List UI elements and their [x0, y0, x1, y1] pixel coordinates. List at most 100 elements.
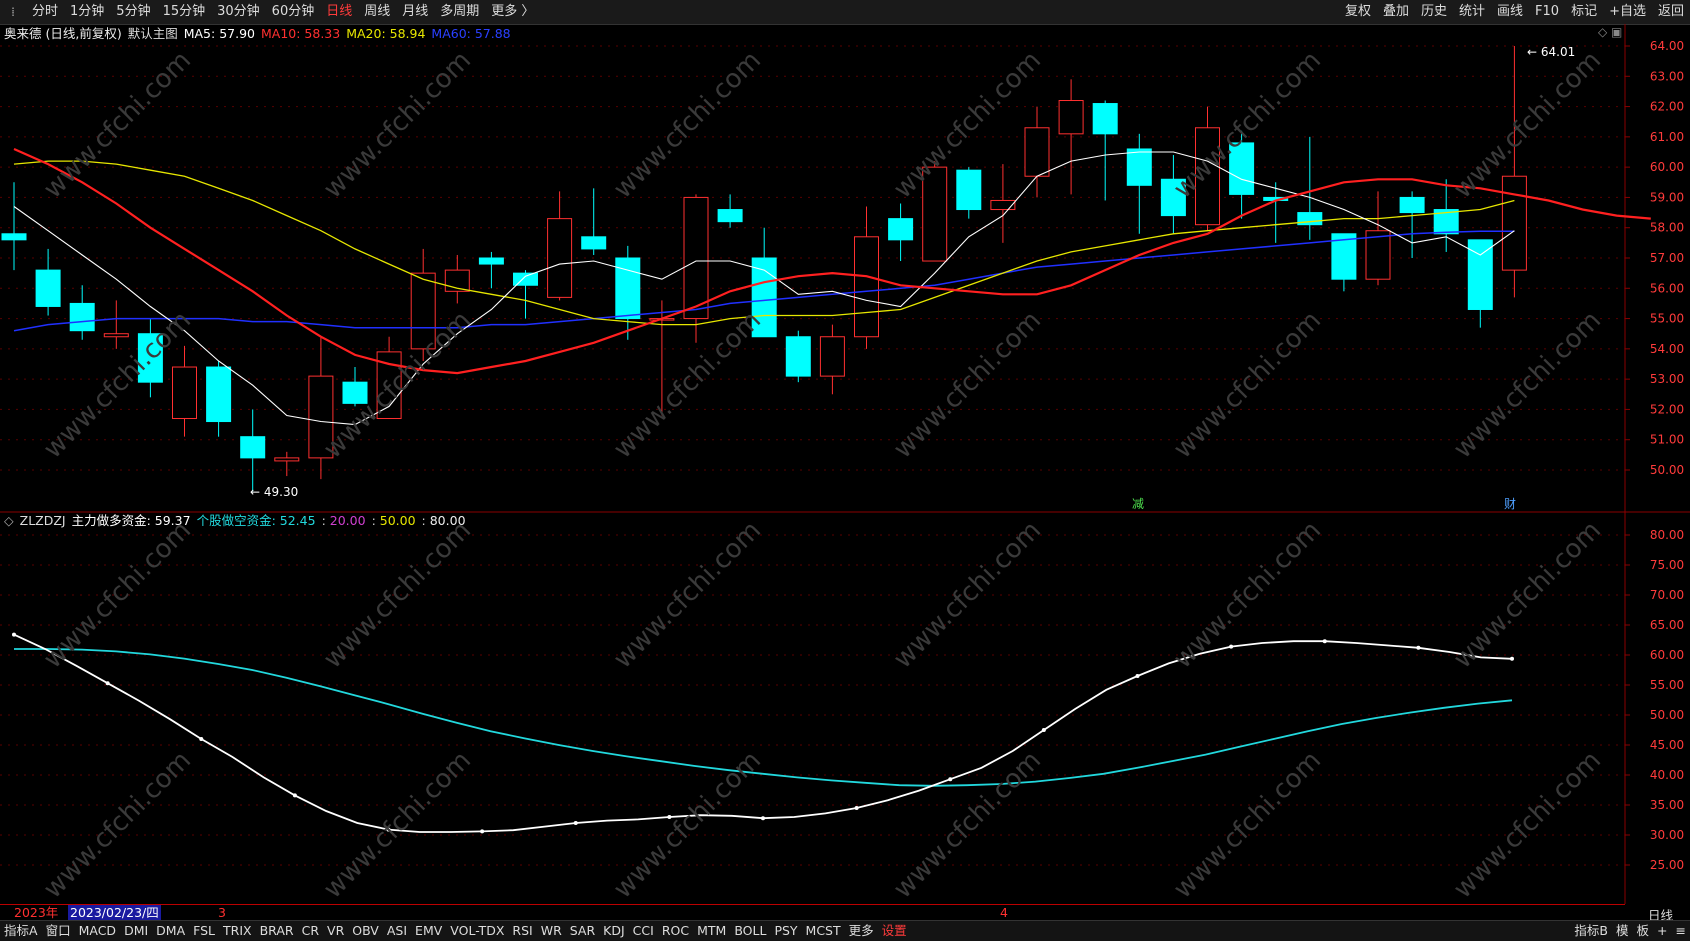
- price-tick-label: 51.00: [1650, 433, 1684, 447]
- candle-body-up: [854, 236, 879, 338]
- indicator-tab-22[interactable]: PSY: [770, 921, 801, 941]
- indicator-tab-3[interactable]: DMI: [120, 921, 152, 941]
- month-3-label: 3: [218, 905, 226, 920]
- year-label: 2023年: [14, 905, 59, 920]
- indicator-tab-12[interactable]: EMV: [411, 921, 446, 941]
- long-funds-dot: [199, 737, 204, 741]
- indicator-tab-6[interactable]: TRIX: [219, 921, 256, 941]
- kline-chart[interactable]: 64.00 63.00 62.00 61.00 60.00 59.00 58.00 57.00…: [0, 0, 1690, 940]
- price-tick-label: 52.00: [1650, 402, 1684, 416]
- candle-body-down: [1, 233, 27, 241]
- sub-tick-label: 55.00: [1650, 678, 1684, 692]
- price-tick-label: 55.00: [1650, 312, 1684, 326]
- price-tick-label: 57.00: [1650, 251, 1684, 265]
- indicator-tab-19[interactable]: ROC: [658, 921, 693, 941]
- candle-body-down: [1399, 196, 1425, 214]
- candle-body-down: [1126, 148, 1152, 186]
- indicator-tab-1[interactable]: 窗口: [42, 921, 75, 941]
- indicator-tab-9[interactable]: VR: [323, 921, 348, 941]
- bottom-right-button-1[interactable]: 模: [1612, 921, 1633, 941]
- sub-tick-label: 35.00: [1650, 798, 1684, 812]
- candle-body-down: [785, 336, 811, 377]
- candle-body-up: [103, 333, 129, 338]
- candle-body-up: [819, 336, 845, 377]
- indicator-tab-8[interactable]: CR: [298, 921, 323, 941]
- candle-body-up: [683, 196, 709, 320]
- long-funds-dot: [386, 827, 391, 832]
- sub-tick-label: 75.00: [1650, 558, 1684, 572]
- indicator-tab-10[interactable]: OBV: [348, 921, 383, 941]
- price-tick-label: 60.00: [1650, 160, 1684, 174]
- candle-body-down: [1229, 142, 1255, 195]
- candle-body-up: [1058, 100, 1084, 135]
- indicator-tab-0[interactable]: 指标A: [0, 921, 42, 941]
- sub-tick-label: 25.00: [1650, 858, 1684, 872]
- bottom-right-button-2[interactable]: 板: [1633, 921, 1654, 941]
- indicator-tab-17[interactable]: KDJ: [599, 921, 629, 941]
- indicator-tab-21[interactable]: BOLL: [730, 921, 770, 941]
- candle-body-up: [547, 218, 573, 298]
- candle-body-down: [717, 209, 743, 223]
- candle-body-up: [1024, 127, 1050, 177]
- long-funds-line: [13, 633, 1513, 833]
- sub-tick-label: 70.00: [1650, 588, 1684, 602]
- indicator-tab-25[interactable]: 设置: [878, 921, 911, 941]
- panel-options-icon[interactable]: ◇ ▣: [1598, 25, 1622, 39]
- date-axis: 2023年 2023/02/23/四 3 4: [0, 904, 1625, 921]
- indicator-tab-11[interactable]: ASI: [383, 921, 411, 941]
- month-4-label: 4: [1000, 905, 1008, 920]
- price-tick-label: 50.00: [1650, 463, 1684, 477]
- indicator-tab-18[interactable]: CCI: [629, 921, 658, 941]
- indicator-tab-4[interactable]: DMA: [152, 921, 189, 941]
- price-tick-label: 54.00: [1650, 342, 1684, 356]
- indicator-tabs: 指标A 窗口 MACD DMI DMA FSL TRIX BRAR CR VR OBV ASI EMV V…: [0, 920, 1690, 941]
- candle-body-down: [206, 366, 232, 423]
- indicator-tab-7[interactable]: BRAR: [256, 921, 298, 941]
- sub-tick-label: 65.00: [1650, 618, 1684, 632]
- candle-body-down: [581, 236, 607, 250]
- candle-body-down: [35, 269, 61, 307]
- indicator-tab-14[interactable]: RSI: [508, 921, 536, 941]
- candle-body-down: [137, 333, 163, 383]
- candle-body-up: [410, 272, 436, 350]
- marker-finance: 财: [1504, 497, 1516, 511]
- candle-body-up: [1195, 127, 1220, 226]
- high-price-label: ← 64.01: [1527, 45, 1575, 59]
- price-tick-label: 58.00: [1650, 221, 1684, 235]
- sub-tick-label: 30.00: [1650, 828, 1684, 842]
- bottom-right-button-4[interactable]: ≡: [1672, 921, 1690, 941]
- candle-body-up: [274, 457, 300, 462]
- bottom-right-button-3[interactable]: +: [1653, 921, 1671, 941]
- price-tick-label: 62.00: [1650, 100, 1684, 114]
- candle-body-down: [888, 218, 914, 241]
- indicator-tab-20[interactable]: MTM: [693, 921, 730, 941]
- indicator-tab-5[interactable]: FSL: [189, 921, 219, 941]
- price-tick-label: 59.00: [1650, 190, 1684, 204]
- sub-tick-label: 50.00: [1650, 708, 1684, 722]
- candle-body-down: [513, 272, 538, 286]
- candle-body-down: [240, 436, 266, 459]
- indicator-tab-24[interactable]: 更多: [845, 921, 878, 941]
- candle-body-up: [1501, 175, 1527, 271]
- long-funds-dot: [1135, 674, 1140, 678]
- long-funds-dot: [573, 821, 578, 825]
- indicator-tab-2[interactable]: MACD: [75, 921, 120, 941]
- candle-body-down: [342, 381, 368, 404]
- long-funds-dot: [292, 793, 297, 798]
- candle-body-down: [1092, 103, 1118, 135]
- sub-tick-label: 60.00: [1650, 648, 1684, 662]
- long-funds-dot: [1041, 728, 1046, 732]
- price-tick-label: 63.00: [1650, 69, 1684, 83]
- sub-tick-label: 40.00: [1650, 768, 1684, 782]
- long-funds-dot: [667, 815, 672, 819]
- indicator-tab-23[interactable]: MCST: [802, 921, 845, 941]
- indicator-tab-16[interactable]: SAR: [566, 921, 599, 941]
- low-price-label: ← 49.30: [250, 485, 298, 499]
- bottom-right-button-0[interactable]: 指标B: [1570, 921, 1612, 941]
- indicator-tab-13[interactable]: VOL-TDX: [446, 921, 508, 941]
- long-funds-dot: [480, 829, 485, 834]
- price-tick-label: 64.00: [1650, 39, 1684, 53]
- candle-body-up: [172, 366, 197, 420]
- indicator-tab-15[interactable]: WR: [537, 921, 566, 941]
- long-funds-dot: [12, 632, 16, 637]
